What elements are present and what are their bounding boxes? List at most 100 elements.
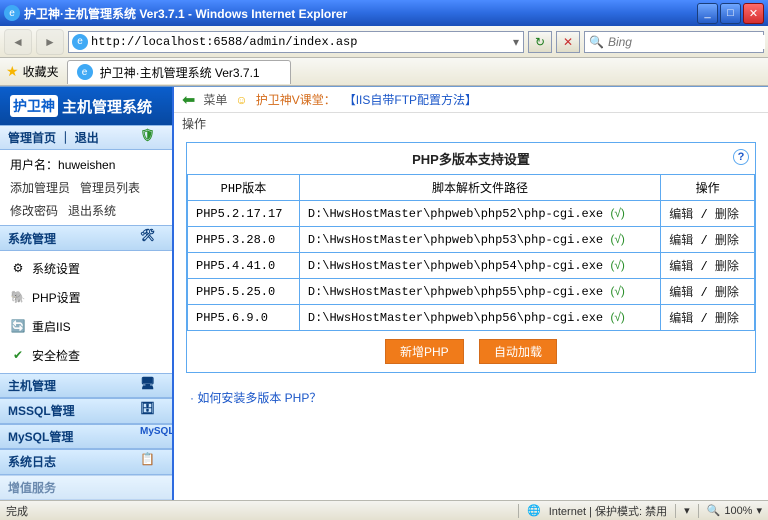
sys-log-head[interactable]: 系统日志 📋: [0, 449, 172, 474]
sys-log-label: 系统日志: [8, 453, 56, 470]
minimize-button[interactable]: _: [697, 3, 718, 24]
tabs-toolbar: ★ 收藏夹 e 护卫神·主机管理系统 Ver3.7.1: [0, 58, 768, 86]
star-icon: ★: [6, 63, 19, 80]
brand-shield: 护卫神: [10, 95, 58, 117]
zoom-icon[interactable]: 🔍: [707, 504, 721, 517]
edit-link[interactable]: 编辑: [669, 233, 693, 247]
tools-icon: 🛠: [140, 228, 164, 248]
mssql-icon: 🗄: [140, 401, 164, 421]
sec-check-label: 安全检查: [32, 347, 80, 364]
restart-iis-item[interactable]: 🔄重启IIS: [10, 315, 162, 338]
edit-link[interactable]: 编辑: [669, 259, 693, 273]
cell-version: PHP5.4.41.0: [188, 253, 300, 279]
table-row: PHP5.6.9.0D:\HwsHostMaster\phpweb\php56\…: [188, 305, 755, 331]
sidebar: 护卫神 主机管理系统 管理首页 ｜ 退出 🛡 用户名：huweishen 添加管…: [0, 87, 174, 500]
home-link[interactable]: 管理首页: [8, 131, 56, 145]
mysql-mgmt-head[interactable]: MySQL管理 MySQL: [0, 424, 172, 449]
check-icon: (√): [610, 206, 625, 220]
search-input[interactable]: [608, 35, 765, 49]
globe-icon: 🌐: [527, 504, 541, 517]
back-button[interactable]: ◄: [4, 29, 32, 55]
tab-icon: e: [77, 64, 93, 80]
content-area: ⬅ 菜单 ☺ 护卫神V课堂： 【IIS自带FTP配置方法】 操作 PHP多版本支…: [174, 87, 768, 500]
php-settings-item[interactable]: 🐘PHP设置: [10, 286, 162, 309]
ie-icon: e: [4, 5, 20, 21]
maximize-button[interactable]: □: [720, 3, 741, 24]
table-row: PHP5.5.25.0D:\HwsHostMaster\phpweb\php55…: [188, 279, 755, 305]
mysql-mgmt-label: MySQL管理: [8, 428, 73, 445]
refresh-button[interactable]: ↻: [528, 31, 552, 53]
cell-ops: 编辑 / 删除: [661, 305, 755, 331]
delete-link[interactable]: 删除: [715, 259, 739, 273]
status-zone: Internet | 保护模式: 禁用: [549, 503, 667, 519]
sys-settings-item[interactable]: ⚙系统设置: [10, 257, 162, 280]
brand-sub: 主机管理系统: [62, 96, 152, 117]
cell-version: PHP5.5.25.0: [188, 279, 300, 305]
log-icon: 📋: [140, 452, 164, 472]
edit-link[interactable]: 编辑: [669, 311, 693, 325]
forward-button[interactable]: ►: [36, 29, 64, 55]
php-icon: 🐘: [10, 289, 26, 305]
delete-link[interactable]: 删除: [715, 311, 739, 325]
help-icon[interactable]: ?: [733, 149, 749, 165]
mssql-mgmt-head[interactable]: MSSQL管理 🗄: [0, 398, 172, 423]
exit-sys-link[interactable]: 退出系统: [68, 202, 116, 219]
url-input[interactable]: [91, 35, 509, 49]
auto-load-button[interactable]: 自动加载: [479, 339, 557, 364]
stop-button[interactable]: ✕: [556, 31, 580, 53]
check-icon: (√): [610, 232, 625, 246]
delete-link[interactable]: 删除: [715, 233, 739, 247]
restart-icon: 🔄: [10, 318, 26, 334]
check-icon: ✔: [10, 347, 26, 363]
add-admin-link[interactable]: 添加管理员: [10, 179, 70, 196]
cell-version: PHP5.3.28.0: [188, 227, 300, 253]
protected-dropdown-icon[interactable]: ▾: [684, 504, 690, 517]
table-row: PHP5.3.28.0D:\HwsHostMaster\phpweb\php53…: [188, 227, 755, 253]
col-version: PHP版本: [188, 175, 300, 201]
shield-icon: 🛡: [140, 128, 164, 148]
sys-mgmt-head[interactable]: 系统管理 🛠: [0, 225, 172, 250]
dropdown-icon[interactable]: ▾: [509, 35, 523, 49]
admin-home-head: 管理首页 ｜ 退出 🛡: [0, 125, 172, 150]
edit-link[interactable]: 编辑: [669, 285, 693, 299]
host-mgmt-head[interactable]: 主机管理 🖥: [0, 373, 172, 398]
browser-tab[interactable]: e 护卫神·主机管理系统 Ver3.7.1: [67, 60, 291, 84]
gear-icon: ⚙: [10, 260, 26, 276]
delete-link[interactable]: 删除: [715, 285, 739, 299]
help-link[interactable]: 如何安装多版本 PHP？: [197, 391, 321, 405]
user-name: huweishen: [58, 158, 115, 172]
window-titlebar: e 护卫神·主机管理系统 Ver3.7.1 - Windows Internet…: [0, 0, 768, 26]
table-row: PHP5.4.41.0D:\HwsHostMaster\phpweb\php54…: [188, 253, 755, 279]
close-button[interactable]: ✕: [743, 3, 764, 24]
admin-list-link[interactable]: 管理员列表: [80, 179, 140, 196]
favorites-label: 收藏夹: [23, 63, 59, 80]
cell-path: D:\HwsHostMaster\phpweb\php54\php-cgi.ex…: [299, 253, 660, 279]
tab-title: 护卫神·主机管理系统 Ver3.7.1: [100, 64, 260, 81]
window-title: 护卫神·主机管理系统 Ver3.7.1 - Windows Internet E…: [24, 5, 697, 22]
status-done: 完成: [6, 503, 28, 519]
cell-ops: 编辑 / 删除: [661, 253, 755, 279]
address-toolbar: ◄ ► e ▾ ↻ ✕ 🔍 🔍: [0, 26, 768, 58]
sec-check-item[interactable]: ✔ 安全检查: [10, 344, 162, 367]
cell-ops: 编辑 / 删除: [661, 279, 755, 305]
search-icon: 🔍: [589, 35, 604, 49]
change-pwd-link[interactable]: 修改密码: [10, 202, 58, 219]
button-row: 新增PHP 自动加载: [187, 331, 755, 372]
user-prefix: 用户名：: [10, 158, 58, 172]
cell-ops: 编辑 / 删除: [661, 227, 755, 253]
logout-link[interactable]: 退出: [75, 131, 99, 145]
back-arrow-icon[interactable]: ⬅: [182, 90, 195, 110]
check-icon: (√): [610, 310, 625, 324]
menu-label[interactable]: 菜单: [203, 91, 227, 108]
address-bar[interactable]: e ▾: [68, 31, 524, 53]
delete-link[interactable]: 删除: [715, 207, 739, 221]
edit-link[interactable]: 编辑: [669, 207, 693, 221]
favorites-button[interactable]: ★ 收藏夹: [6, 63, 59, 80]
svc-head[interactable]: 增值服务: [0, 475, 172, 500]
mysql-icon: MySQL: [140, 426, 164, 446]
search-box[interactable]: 🔍 🔍: [584, 31, 764, 53]
col-path: 脚本解析文件路径: [299, 175, 660, 201]
zoom-dropdown-icon[interactable]: ▾: [756, 504, 762, 517]
course-link[interactable]: 【IIS自带FTP配置方法】: [344, 91, 477, 108]
add-php-button[interactable]: 新增PHP: [385, 339, 464, 364]
